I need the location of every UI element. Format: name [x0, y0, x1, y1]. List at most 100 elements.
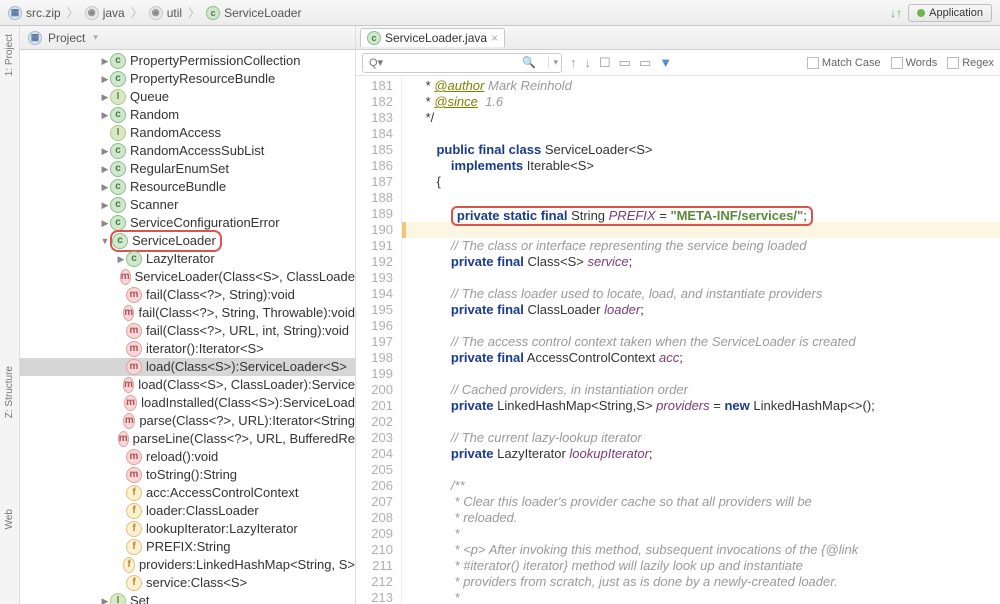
- tree-row[interactable]: mparse(Class<?>, URL):Iterator<String: [20, 412, 355, 430]
- tree-label: load(Class<S>, ClassLoader):Service: [138, 376, 355, 394]
- rail-project[interactable]: 1: Project: [4, 34, 15, 76]
- next-occurrence-icon[interactable]: ↓: [585, 55, 592, 70]
- tree-row[interactable]: ▶IQueue: [20, 88, 355, 106]
- tree-row[interactable]: mfail(Class<?>, URL, int, String):void: [20, 322, 355, 340]
- search-history-icon[interactable]: ▾: [548, 57, 558, 68]
- tree-label: Queue: [130, 88, 169, 106]
- breadcrumb-item[interactable]: ◉java: [85, 6, 125, 20]
- tree-label: lookupIterator:LazyIterator: [146, 520, 298, 538]
- regex-check[interactable]: Regex: [947, 57, 994, 69]
- tree-label: PropertyResourceBundle: [130, 70, 275, 88]
- expand-arrow-icon[interactable]: ▶: [100, 160, 110, 178]
- tree-row[interactable]: mreload():void: [20, 448, 355, 466]
- expand-arrow-icon[interactable]: ▼: [100, 232, 110, 250]
- add-selection-icon[interactable]: ▭: [619, 55, 631, 71]
- pkg-icon: ◉: [85, 6, 99, 20]
- prev-occurrence-icon[interactable]: ↑: [570, 55, 577, 70]
- method-icon: m: [126, 287, 142, 303]
- method-icon: m: [118, 431, 129, 447]
- expand-arrow-icon[interactable]: ▶: [100, 88, 110, 106]
- tree-row[interactable]: IRandomAccess: [20, 124, 355, 142]
- tree-row[interactable]: ▶cResourceBundle: [20, 178, 355, 196]
- expand-arrow-icon[interactable]: ▶: [100, 70, 110, 88]
- tree-label: Random: [130, 106, 179, 124]
- breadcrumb-item[interactable]: ◉util: [149, 6, 182, 20]
- tree-row[interactable]: ▶cLazyIterator: [20, 250, 355, 268]
- method-icon: m: [126, 341, 142, 357]
- expand-arrow-icon[interactable]: ▶: [100, 106, 110, 124]
- run-config-button[interactable]: Application: [908, 4, 992, 22]
- match-case-check[interactable]: Match Case: [807, 57, 881, 69]
- tree-row[interactable]: mfail(Class<?>, String, Throwable):void: [20, 304, 355, 322]
- search-icon[interactable]: 🔍: [522, 56, 536, 69]
- class-icon: c: [110, 215, 126, 231]
- class-icon: c: [112, 233, 128, 249]
- tree-row[interactable]: mtoString():String: [20, 466, 355, 484]
- tree-row[interactable]: mloadInstalled(Class<S>):ServiceLoad: [20, 394, 355, 412]
- project-panel-title: Project: [48, 31, 85, 45]
- tree-label: Scanner: [130, 196, 178, 214]
- expand-arrow-icon[interactable]: ▶: [100, 592, 110, 604]
- tree-row[interactable]: mServiceLoader(Class<S>, ClassLoade: [20, 268, 355, 286]
- method-icon: m: [123, 413, 135, 429]
- line-gutter: 1811821831841851861871881891901911921931…: [356, 76, 402, 604]
- tree-row[interactable]: facc:AccessControlContext: [20, 484, 355, 502]
- expand-arrow-icon[interactable]: ▶: [116, 250, 126, 268]
- method-icon: m: [126, 449, 142, 465]
- expand-arrow-icon[interactable]: ▶: [100, 52, 110, 70]
- filter-icon[interactable]: ▼: [659, 55, 672, 70]
- remove-selection-icon[interactable]: ▭: [639, 55, 651, 71]
- tree-row[interactable]: miterator():Iterator<S>: [20, 340, 355, 358]
- code-editor[interactable]: 1811821831841851861871881891901911921931…: [356, 76, 1000, 604]
- tree-label: Set: [130, 592, 150, 604]
- zip-icon: ▦: [8, 6, 22, 20]
- tree-row[interactable]: mload(Class<S>, ClassLoader):Service: [20, 376, 355, 394]
- project-tree[interactable]: ▶cPropertyPermissionCollection▶cProperty…: [20, 50, 355, 604]
- expand-arrow-icon[interactable]: ▶: [100, 178, 110, 196]
- sync-icon[interactable]: ↓↑: [890, 6, 902, 20]
- expand-arrow-icon[interactable]: ▶: [100, 214, 110, 232]
- tree-row[interactable]: fPREFIX:String: [20, 538, 355, 556]
- interface-icon: I: [110, 593, 126, 604]
- expand-arrow-icon[interactable]: ▶: [100, 142, 110, 160]
- tree-row[interactable]: mfail(Class<?>, String):void: [20, 286, 355, 304]
- breadcrumb[interactable]: ▦src.zip〉◉java〉◉util〉cServiceLoader: [8, 4, 301, 21]
- tree-row[interactable]: ▶cRegularEnumSet: [20, 160, 355, 178]
- editor-tab-bar: c ServiceLoader.java ×: [356, 26, 1000, 50]
- expand-arrow-icon[interactable]: ▶: [100, 196, 110, 214]
- tree-row[interactable]: ▶I Set: [20, 592, 355, 604]
- tree-row[interactable]: floader:ClassLoader: [20, 502, 355, 520]
- breadcrumb-item[interactable]: cServiceLoader: [206, 6, 301, 20]
- tree-row[interactable]: fservice:Class<S>: [20, 574, 355, 592]
- tree-label: ServiceLoader: [132, 232, 216, 250]
- tree-row[interactable]: ▶cRandomAccessSubList: [20, 142, 355, 160]
- breadcrumb-item[interactable]: ▦src.zip: [8, 6, 61, 20]
- tree-label: reload():void: [146, 448, 218, 466]
- tree-row[interactable]: flookupIterator:LazyIterator: [20, 520, 355, 538]
- tree-row[interactable]: mload(Class<S>):ServiceLoader<S>: [20, 358, 355, 376]
- project-panel-header[interactable]: ▦ Project ▾: [20, 26, 355, 50]
- tree-label: loadInstalled(Class<S>):ServiceLoad: [141, 394, 355, 412]
- tree-row[interactable]: ▶cPropertyResourceBundle: [20, 70, 355, 88]
- tree-row[interactable]: ▶cPropertyPermissionCollection: [20, 52, 355, 70]
- rail-structure[interactable]: Z: Structure: [4, 366, 15, 418]
- method-icon: m: [123, 377, 134, 393]
- tree-row[interactable]: mparseLine(Class<?>, URL, BufferedRe: [20, 430, 355, 448]
- top-bar: ▦src.zip〉◉java〉◉util〉cServiceLoader ↓↑ A…: [0, 0, 1000, 26]
- tree-row[interactable]: ▶cScanner: [20, 196, 355, 214]
- tree-row[interactable]: ▶cRandom: [20, 106, 355, 124]
- tree-label: ResourceBundle: [130, 178, 226, 196]
- tree-label: load(Class<S>):ServiceLoader<S>: [146, 358, 347, 376]
- rail-web[interactable]: Web: [4, 509, 15, 529]
- tree-label: toString():String: [146, 466, 237, 484]
- select-all-icon[interactable]: ☐: [599, 55, 611, 71]
- tree-row[interactable]: fproviders:LinkedHashMap<String, S>: [20, 556, 355, 574]
- code-content[interactable]: * @author Mark Reinhold * @since 1.6 */ …: [402, 76, 1000, 604]
- class-icon: c: [110, 143, 126, 159]
- tree-row[interactable]: ▼cServiceLoader: [20, 232, 355, 250]
- field-icon: f: [123, 557, 135, 573]
- close-tab-icon[interactable]: ×: [491, 31, 498, 45]
- editor-panel: c ServiceLoader.java × 🔍 ▾ ↑ ↓ ☐ ▭ ▭ ▼ M…: [356, 26, 1000, 604]
- editor-tab[interactable]: c ServiceLoader.java ×: [360, 28, 505, 47]
- words-check[interactable]: Words: [891, 57, 938, 69]
